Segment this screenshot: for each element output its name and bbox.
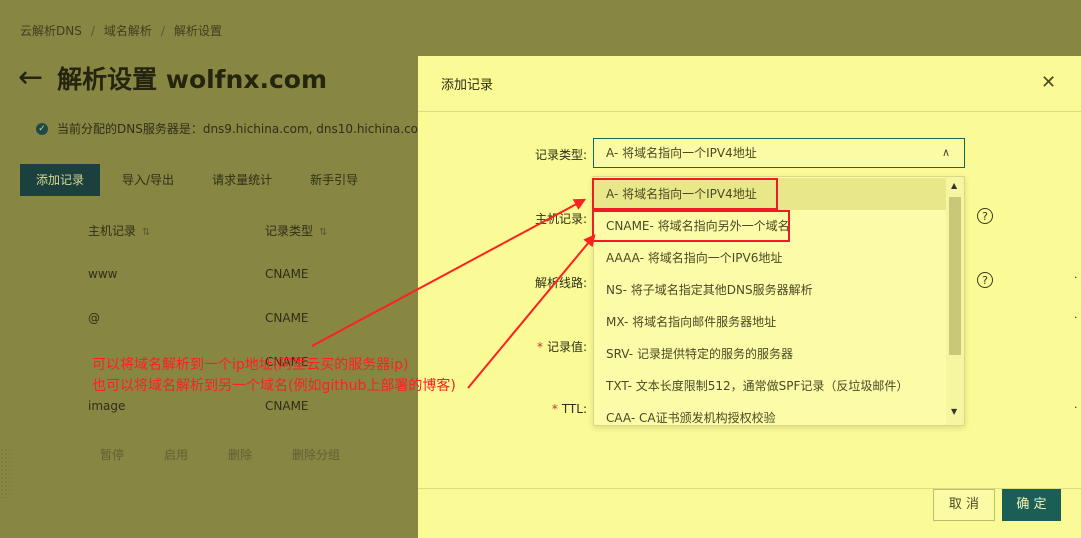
annotation-line-2: 也可以将域名解析到另一个域名(例如github上部署的博客) [92,378,456,394]
arrow-to-cname [467,234,596,389]
annotation-line-1: 可以将域名解析到一个ip地址(阿里云买的服务器ip) [92,357,409,373]
annotation-arrows [311,198,596,389]
arrow-to-a [311,198,587,347]
